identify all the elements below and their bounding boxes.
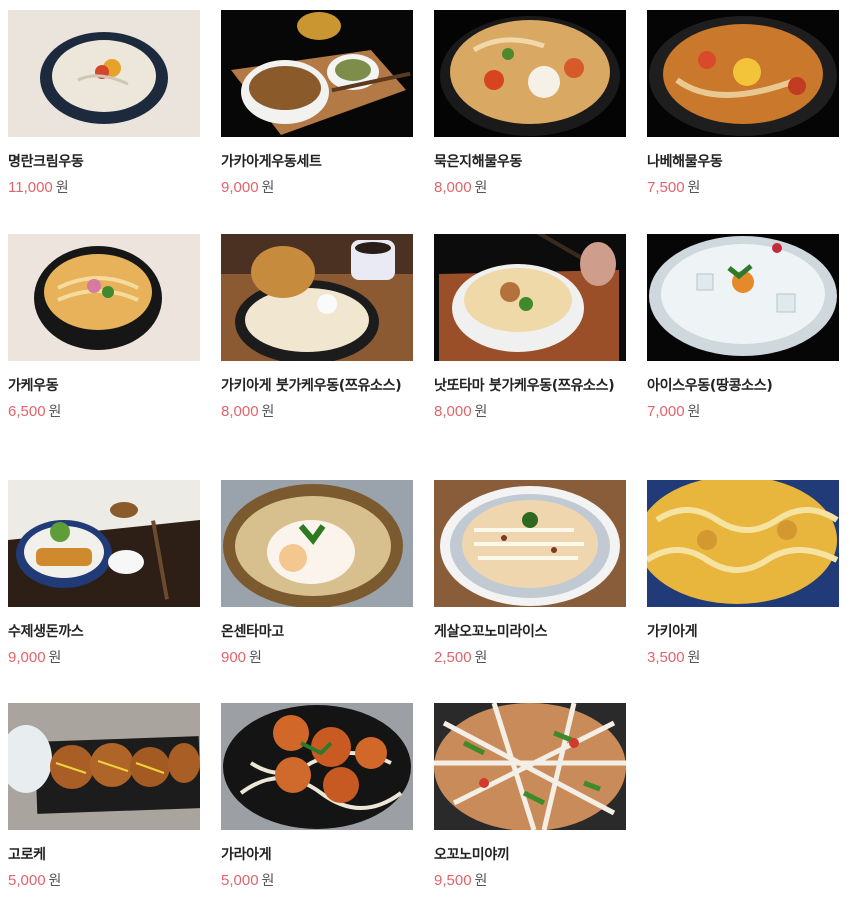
mukeunji-seafood-udon-photo[interactable] (434, 10, 626, 137)
myeongnan-cream-udon-photo[interactable] (8, 10, 200, 137)
price-value: 11,000 (8, 179, 53, 196)
menu-item-price: 7,500 원 (647, 178, 839, 198)
menu-item-name: 가케우동 (8, 378, 59, 394)
crab-okonomi-rice-photo[interactable] (434, 480, 626, 607)
karaage-photo[interactable] (221, 703, 413, 830)
price-value: 8,000 (221, 403, 259, 420)
menu-item-card[interactable]: 가키아게 붓가케우동(쯔유소스) 8,000 원 (221, 234, 413, 480)
menu-item-card[interactable]: 가라아게 5,000 원 (221, 703, 413, 903)
kakiage-photo[interactable] (647, 480, 839, 607)
menu-item-price: 5,000 원 (221, 871, 413, 891)
okonomiyaki-photo[interactable] (434, 703, 626, 830)
menu-item-price: 6,500 원 (8, 402, 200, 422)
menu-item-price: 8,000 원 (434, 402, 626, 422)
menu-item-card[interactable]: 가케우동 6,500 원 (8, 234, 200, 480)
price-unit: 원 (474, 180, 488, 196)
price-unit: 원 (474, 873, 488, 889)
menu-item-price: 3,500 원 (647, 648, 839, 668)
kake-udon-photo[interactable] (8, 234, 200, 361)
price-unit: 원 (261, 180, 275, 196)
croquette-photo[interactable] (8, 703, 200, 830)
menu-item-price: 9,000 원 (221, 178, 413, 198)
menu-item-name: 아이스우동(땅콩소스) (647, 378, 773, 394)
menu-item-price: 5,000 원 (8, 871, 200, 891)
price-unit: 원 (48, 404, 62, 420)
menu-item-card[interactable]: 고로케 5,000 원 (8, 703, 200, 903)
price-value: 9,000 (221, 179, 259, 196)
menu-item-name: 수제생돈까스 (8, 624, 84, 640)
price-unit: 원 (249, 650, 262, 666)
price-value: 3,500 (647, 649, 685, 666)
price-unit: 원 (687, 650, 701, 666)
price-unit: 원 (55, 180, 69, 196)
price-unit: 원 (474, 650, 488, 666)
menu-item-name: 게살오꼬노미라이스 (434, 624, 548, 640)
price-unit: 원 (261, 873, 275, 889)
price-value: 5,000 (8, 872, 46, 889)
menu-item-name: 가키아게 (647, 624, 698, 640)
menu-item-card[interactable]: 명란크림우동 11,000 원 (8, 10, 200, 234)
price-value: 9,500 (434, 872, 472, 889)
menu-item-card[interactable]: 낫또타마 붓가케우동(쯔유소스) 8,000 원 (434, 234, 626, 480)
price-value: 8,000 (434, 403, 472, 420)
menu-item-card[interactable]: 온센타마고 900 원 (221, 480, 413, 703)
menu-item-price: 11,000 원 (8, 178, 200, 198)
menu-item-name: 오꼬노미야끼 (434, 847, 510, 863)
menu-item-price: 7,000 원 (647, 402, 839, 422)
price-value: 8,000 (434, 179, 472, 196)
natto-tama-bukkake-udon-photo[interactable] (434, 234, 626, 361)
menu-item-card[interactable]: 가카아게우동세트 9,000 원 (221, 10, 413, 234)
price-value: 6,500 (8, 403, 46, 420)
menu-item-name: 고로케 (8, 847, 46, 863)
price-unit: 원 (474, 404, 488, 420)
price-value: 7,000 (647, 403, 685, 420)
price-value: 5,000 (221, 872, 259, 889)
menu-item-name: 가라아게 (221, 847, 272, 863)
ice-udon-photo[interactable] (647, 234, 839, 361)
kakiage-udon-set-photo[interactable] (221, 10, 413, 137)
menu-item-card[interactable]: 오꼬노미야끼 9,500 원 (434, 703, 626, 903)
menu-item-price: 9,500 원 (434, 871, 626, 891)
tonkatsu-photo[interactable] (8, 480, 200, 607)
menu-item-card[interactable]: 게살오꼬노미라이스 2,500 원 (434, 480, 626, 703)
menu-item-name: 가카아게우동세트 (221, 154, 322, 170)
price-unit: 원 (261, 404, 275, 420)
menu-item-price: 9,000 원 (8, 648, 200, 668)
menu-item-card[interactable]: 나베해물우동 7,500 원 (647, 10, 839, 234)
menu-item-name: 명란크림우동 (8, 154, 84, 170)
price-unit: 원 (48, 650, 62, 666)
price-unit: 원 (687, 180, 701, 196)
menu-item-name: 묵은지해물우동 (434, 154, 523, 170)
price-value: 2,500 (434, 649, 472, 666)
kakiage-bukkake-udon-photo[interactable] (221, 234, 413, 361)
menu-item-name: 나베해물우동 (647, 154, 723, 170)
menu-grid: 명란크림우동 11,000 원 가카아게우동세트 9,000 원 묵은지해물우동 8… (8, 10, 839, 903)
price-value: 900 (221, 649, 247, 666)
menu-item-price: 2,500 원 (434, 648, 626, 668)
price-value: 7,500 (647, 179, 685, 196)
nabe-seafood-udon-photo[interactable] (647, 10, 839, 137)
menu-item-name: 온센타마고 (221, 624, 284, 640)
price-unit: 원 (48, 873, 62, 889)
price-unit: 원 (687, 404, 701, 420)
menu-item-card[interactable]: 아이스우동(땅콩소스) 7,000 원 (647, 234, 839, 480)
menu-item-card[interactable]: 묵은지해물우동 8,000 원 (434, 10, 626, 234)
menu-item-name: 낫또타마 붓가케우동(쯔유소스) (434, 378, 615, 394)
menu-item-name: 가키아게 붓가케우동(쯔유소스) (221, 378, 402, 394)
onsen-tamago-photo[interactable] (221, 480, 413, 607)
menu-item-card[interactable]: 수제생돈까스 9,000 원 (8, 480, 200, 703)
menu-item-price: 8,000 원 (221, 402, 413, 422)
menu-item-price: 900 원 (221, 648, 413, 668)
price-value: 9,000 (8, 649, 46, 666)
menu-item-price: 8,000 원 (434, 178, 626, 198)
menu-item-card[interactable]: 가키아게 3,500 원 (647, 480, 839, 703)
